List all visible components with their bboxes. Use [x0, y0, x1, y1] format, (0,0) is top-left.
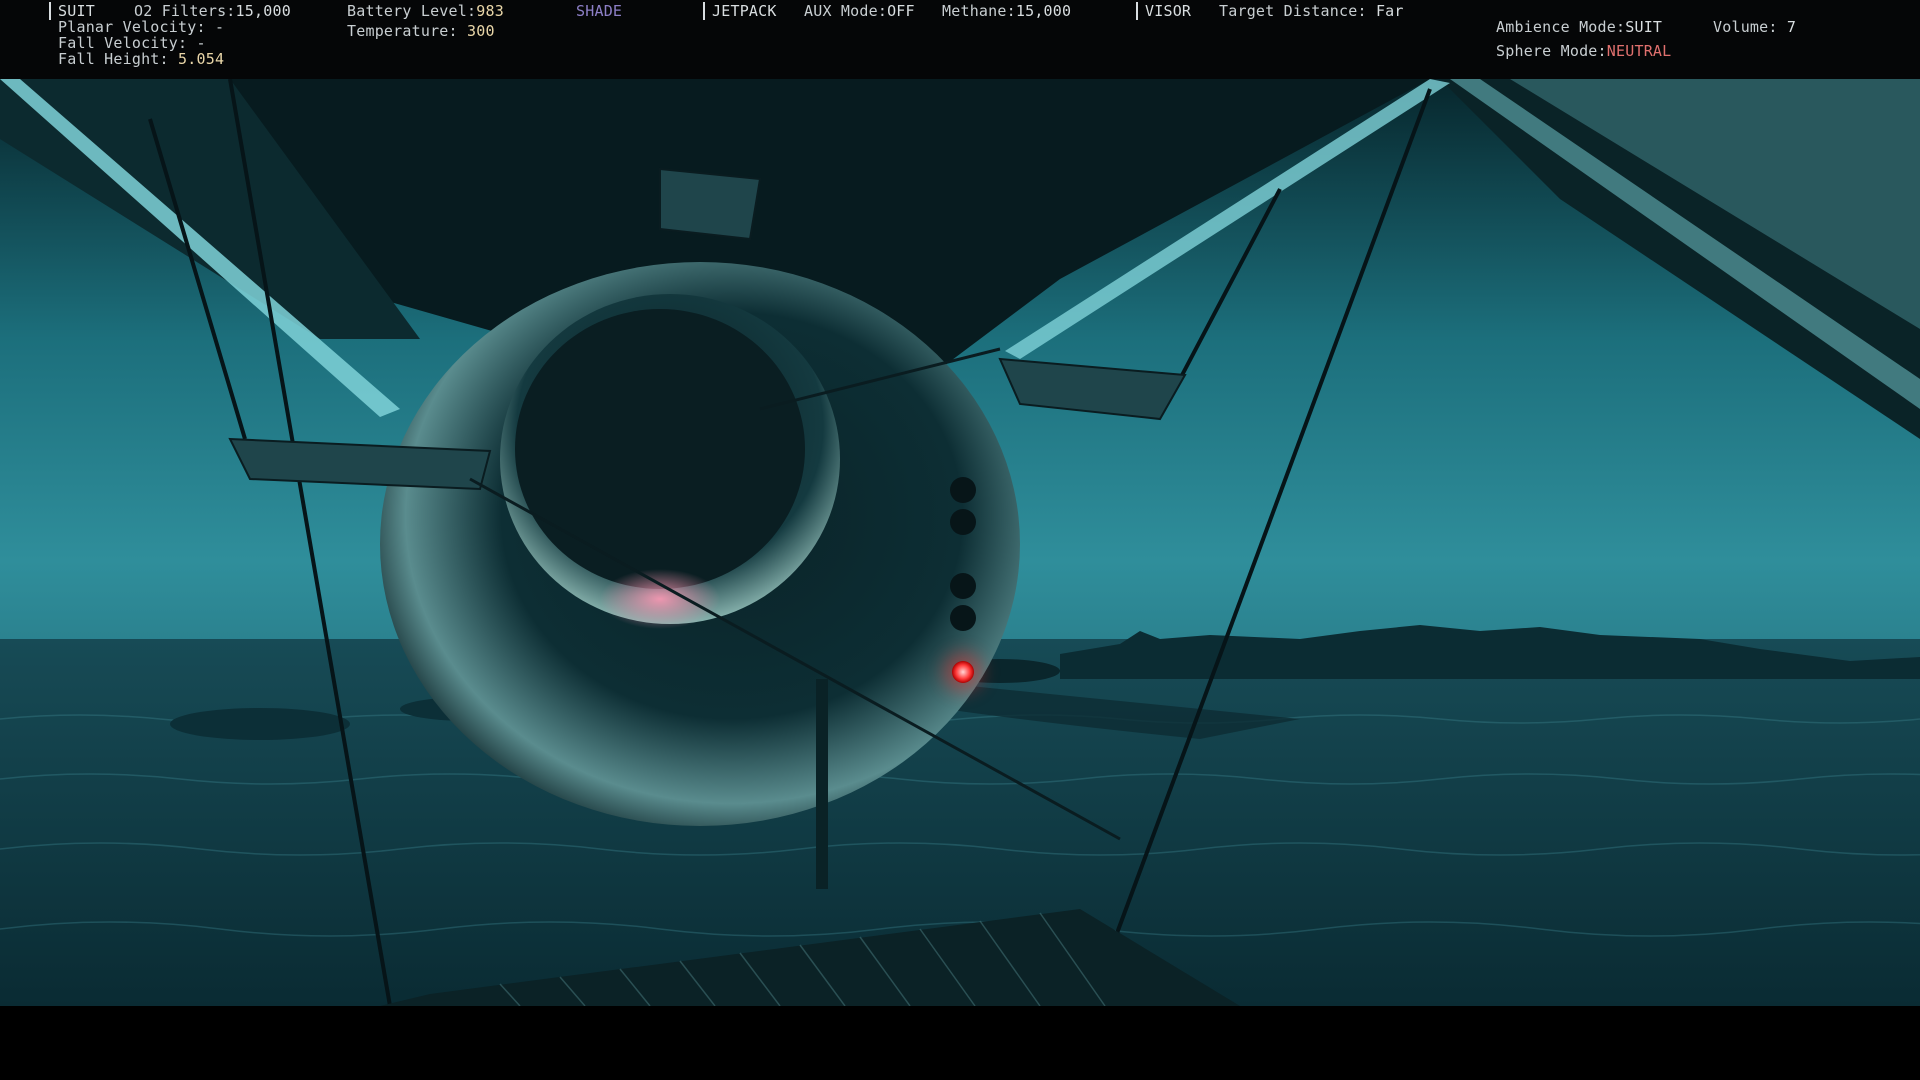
ambience-mode-readout: Ambience Mode:SUIT	[1496, 18, 1663, 36]
fall-velocity-readout: Fall Velocity: -	[58, 34, 206, 52]
visor-title: VISOR	[1145, 2, 1192, 20]
shade-status: SHADE	[576, 2, 623, 20]
temperature-readout: Temperature: 300	[347, 22, 495, 40]
target-distance-readout: Target Distance: Far	[1219, 2, 1404, 20]
red-beacon-light[interactable]	[952, 661, 974, 683]
battery-level-readout: Battery Level:983	[347, 2, 504, 20]
crosshair-dot	[950, 605, 976, 631]
hud-separator	[1136, 2, 1138, 20]
crosshair-dot	[950, 477, 976, 503]
jetpack-title: JETPACK	[712, 2, 777, 20]
o2-filters-readout: O2 Filters:15,000	[134, 2, 291, 20]
sphere-mode-readout: Sphere Mode:NEUTRAL	[1496, 42, 1672, 60]
sphere-pink-glow	[600, 569, 720, 629]
aux-mode-readout: AUX Mode:OFF	[804, 2, 915, 20]
crosshair-dot	[950, 573, 976, 599]
hud-separator	[703, 2, 705, 20]
hud-separator	[49, 2, 51, 20]
game-viewport[interactable]	[0, 79, 1920, 1006]
crosshair-dot	[950, 509, 976, 535]
fall-height-readout: Fall Height: 5.054	[58, 50, 225, 68]
volume-readout: Volume: 7	[1713, 18, 1797, 36]
methane-readout: Methane:15,000	[942, 2, 1072, 20]
hud-bar: SUIT O2 Filters:15,000 Planar Velocity: …	[0, 0, 1920, 79]
letterbox-bottom	[0, 1006, 1920, 1080]
suit-title: SUIT	[58, 2, 95, 20]
scene-illustration	[0, 79, 1920, 1006]
planar-velocity-readout: Planar Velocity: -	[58, 18, 225, 36]
